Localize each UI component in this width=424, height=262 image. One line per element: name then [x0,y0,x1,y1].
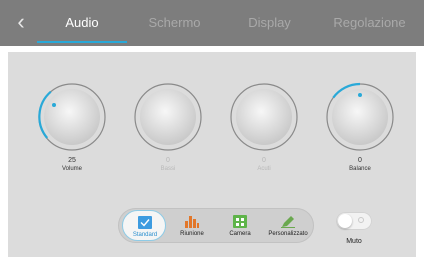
check-icon [136,216,154,229]
toggle-off-indicator [358,217,364,223]
volume-label: Volume [61,166,82,172]
bar-chart-icon [183,215,201,228]
preset-camera[interactable]: Camera [218,210,262,241]
back-button[interactable]: ‹ [10,9,32,35]
acuti-value: 0 [262,157,266,164]
preset-standard[interactable]: Standard [122,210,166,241]
acuti-knob[interactable] [229,82,299,152]
bassi-value: 0 [166,157,170,164]
preset-riunione[interactable]: Riunione [170,210,214,241]
preset-personalizzato-label: Personalizzato [268,231,308,237]
mute-toggle[interactable] [336,212,372,230]
tab-display[interactable]: Display [222,0,317,46]
sound-mode-selector: Standard Riunione Camera Personalizzato [118,208,314,243]
tab-schermo[interactable]: Schermo [127,0,222,46]
volume-value: 25 [68,157,76,164]
balance-label: Balance [349,166,371,172]
top-bar: ‹ Audio Schermo Display Regolazione [0,0,424,46]
pencil-icon [279,215,297,228]
tab-bar: Audio Schermo Display Regolazione [37,0,422,46]
chevron-left-icon: ‹ [17,9,25,34]
mute-label: Muto [346,238,362,245]
preset-personalizzato[interactable]: Personalizzato [266,210,310,241]
volume-knob[interactable] [37,82,107,152]
bassi-label: Bassi [160,166,176,172]
bassi-knob[interactable] [133,82,203,152]
balance-knob[interactable] [325,82,395,152]
toggle-knob [338,214,352,228]
balance-value: 0 [358,157,362,164]
grid-icon [231,215,249,228]
acuti-label: Acuti [257,166,271,172]
tab-regolazione[interactable]: Regolazione [317,0,422,46]
tab-audio[interactable]: Audio [37,0,127,46]
